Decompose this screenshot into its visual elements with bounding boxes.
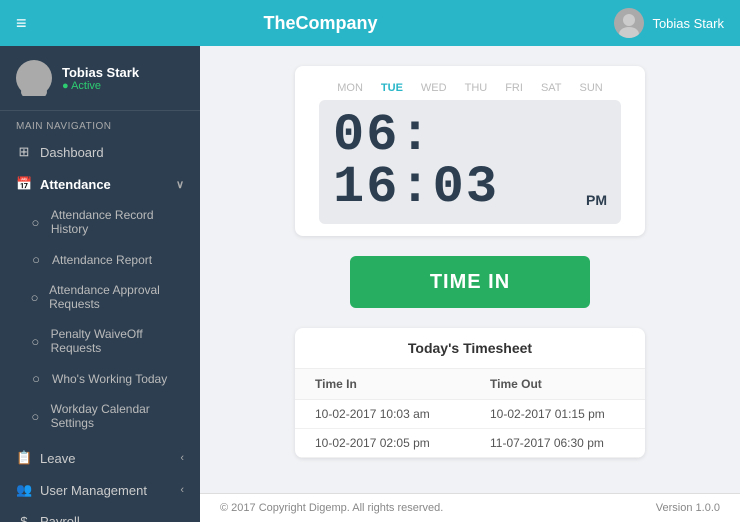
user-management-icon: 👥: [16, 482, 32, 498]
attendance-chevron-icon: ∨: [176, 178, 184, 191]
footer-copyright: © 2017 Copyright Digemp. All rights rese…: [220, 502, 443, 514]
sidebar-username: Tobias Stark: [62, 65, 139, 80]
main-layout: Tobias Stark Active MAIN NAVIGATION ⊞ Da…: [0, 46, 740, 522]
page-footer: © 2017 Copyright Digemp. All rights rese…: [200, 493, 740, 522]
timesheet-cell-time-in: 10-02-2017 10:03 am: [295, 400, 470, 429]
table-row: 10-02-2017 02:05 pm 11-07-2017 06:30 pm: [295, 429, 645, 458]
sidebar-avatar: [16, 60, 52, 96]
sidebar-item-whos-working[interactable]: ○ Who's Working Today: [0, 363, 200, 394]
sidebar-item-dashboard[interactable]: ⊞ Dashboard: [0, 136, 200, 168]
timesheet-widget: Today's Timesheet Time In Time Out 10-02…: [295, 328, 645, 458]
attendance-icon: 📅: [16, 176, 32, 192]
sidebar-item-penalty-waiveoff[interactable]: ○ Penalty WaiveOff Requests: [0, 319, 200, 363]
timesheet-cell-time-out: 11-07-2017 06:30 pm: [470, 429, 645, 458]
clock-ampm: PM: [586, 192, 607, 208]
timesheet-header-time-out: Time Out: [470, 369, 645, 400]
clock-day-tue: TUE: [381, 82, 403, 94]
clock-day-thu: THU: [465, 82, 488, 94]
sidebar-label-whos-working: Who's Working Today: [52, 372, 167, 386]
sub-circle-icon6: ○: [28, 409, 43, 424]
sub-circle-icon3: ○: [28, 290, 41, 305]
clock-day-sat: SAT: [541, 82, 562, 94]
clock-days-row: MON TUE WED THU FRI SAT SUN: [319, 82, 621, 94]
sidebar-label-dashboard: Dashboard: [40, 145, 104, 160]
leave-icon: 📋: [16, 450, 32, 466]
hamburger-icon[interactable]: ≡: [16, 13, 27, 34]
sidebar-item-leave[interactable]: 📋 Leave ‹: [0, 442, 200, 474]
header-avatar: [614, 8, 644, 38]
timesheet-table: Time In Time Out 10-02-2017 10:03 am 10-…: [295, 369, 645, 458]
clock-day-sun: SUN: [580, 82, 603, 94]
sidebar-label-attendance-approval: Attendance Approval Requests: [49, 283, 184, 311]
sidebar-item-attendance-approval[interactable]: ○ Attendance Approval Requests: [0, 275, 200, 319]
timesheet-cell-time-out: 10-02-2017 01:15 pm: [470, 400, 645, 429]
sub-circle-icon5: ○: [28, 371, 44, 386]
sidebar-label-leave: Leave: [40, 451, 75, 466]
table-row: 10-02-2017 10:03 am 10-02-2017 01:15 pm: [295, 400, 645, 429]
sidebar-label-workday-calendar: Workday Calendar Settings: [51, 402, 184, 430]
clock-day-mon: MON: [337, 82, 363, 94]
sidebar-label-attendance: Attendance: [40, 177, 111, 192]
user-management-chevron-icon: ‹: [180, 484, 184, 496]
leave-chevron-icon: ‹: [180, 452, 184, 464]
clock-time: 06: 16:03: [333, 110, 580, 214]
timesheet-title: Today's Timesheet: [295, 328, 645, 369]
sidebar-item-attendance-record-history[interactable]: ○ Attendance Record History: [0, 200, 200, 244]
sidebar-label-payroll: Payroll: [40, 514, 80, 522]
sidebar-label-attendance-record-history: Attendance Record History: [51, 208, 184, 236]
brand-name: TheCompany: [263, 13, 377, 34]
dashboard-icon: ⊞: [16, 144, 32, 160]
top-header: ≡ TheCompany Tobias Stark: [0, 0, 740, 46]
timesheet-header-time-in: Time In: [295, 369, 470, 400]
clock-day-fri: FRI: [505, 82, 523, 94]
sidebar-item-workday-calendar[interactable]: ○ Workday Calendar Settings: [0, 394, 200, 438]
sidebar-item-attendance[interactable]: 📅 Attendance ∨: [0, 168, 200, 200]
sidebar-label-penalty-waiveoff: Penalty WaiveOff Requests: [51, 327, 184, 355]
sidebar-item-attendance-report[interactable]: ○ Attendance Report: [0, 244, 200, 275]
sidebar: Tobias Stark Active MAIN NAVIGATION ⊞ Da…: [0, 46, 200, 522]
payroll-icon: $: [16, 514, 32, 522]
sidebar-item-user-management[interactable]: 👥 User Management ‹: [0, 474, 200, 506]
sidebar-label-user-management: User Management: [40, 483, 147, 498]
sub-circle-icon: ○: [28, 215, 43, 230]
time-in-button[interactable]: TIME IN: [350, 256, 590, 308]
header-username: Tobias Stark: [652, 16, 724, 31]
footer-version: Version 1.0.0: [656, 502, 720, 514]
main-content: MON TUE WED THU FRI SAT SUN 06: 16:03 PM…: [200, 46, 740, 493]
timesheet-cell-time-in: 10-02-2017 02:05 pm: [295, 429, 470, 458]
clock-display: 06: 16:03 PM: [319, 100, 621, 224]
sidebar-user-profile: Tobias Stark Active: [0, 46, 200, 111]
sidebar-item-payroll[interactable]: $ Payroll: [0, 506, 200, 522]
sub-circle-icon4: ○: [28, 334, 43, 349]
sub-circle-icon2: ○: [28, 252, 44, 267]
sidebar-section-label: MAIN NAVIGATION: [0, 111, 200, 136]
header-user-info: Tobias Stark: [614, 8, 724, 38]
sidebar-label-attendance-report: Attendance Report: [52, 253, 152, 267]
sidebar-user-status: Active: [62, 80, 139, 92]
clock-day-wed: WED: [421, 82, 447, 94]
clock-widget: MON TUE WED THU FRI SAT SUN 06: 16:03 PM: [295, 66, 645, 236]
